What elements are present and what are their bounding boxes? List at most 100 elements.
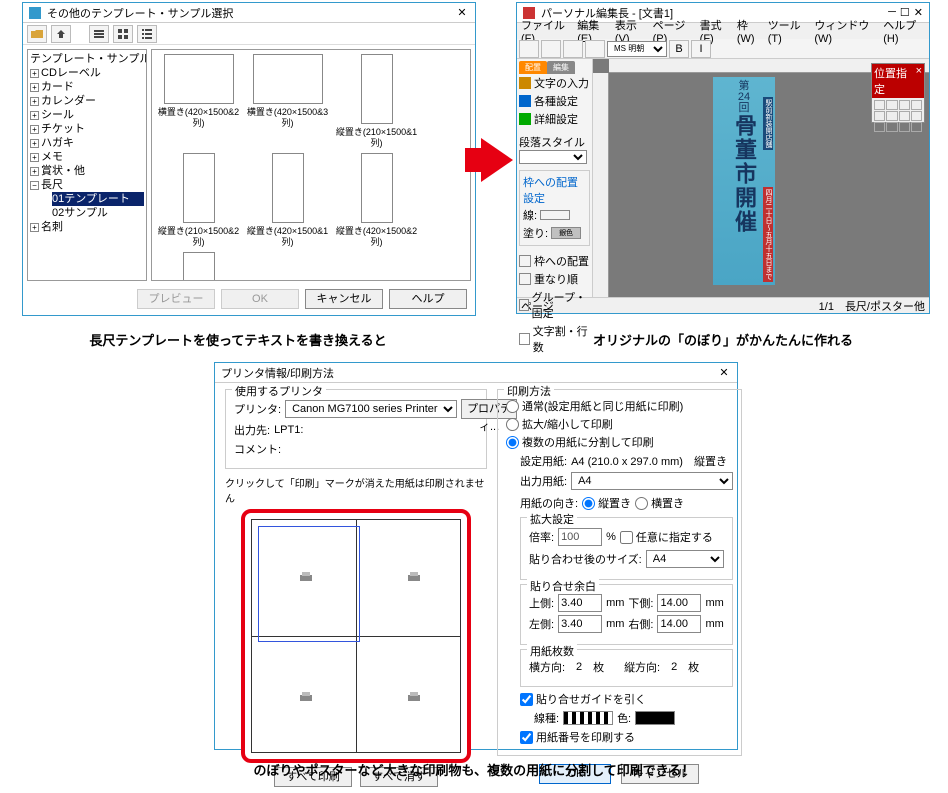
printer-select[interactable]: Canon MG7100 series Printer xyxy=(285,400,457,418)
tree-item[interactable]: +賞状・他 xyxy=(30,164,144,178)
margin-left-input[interactable] xyxy=(558,615,602,633)
palette-close-icon[interactable]: × xyxy=(916,65,922,97)
grid-cell[interactable] xyxy=(874,111,885,121)
outpaper-label: 出力用紙: xyxy=(520,473,567,489)
folder-icon[interactable] xyxy=(27,25,47,43)
grid-cell[interactable] xyxy=(899,100,910,110)
outpaper-select[interactable]: A4 xyxy=(571,472,733,490)
tree-item-selected[interactable]: 01テンプレート xyxy=(52,192,144,206)
radio-landscape[interactable]: 横置き xyxy=(635,495,684,511)
thumbnail[interactable]: 縦置き(420×1500&3列) xyxy=(156,252,241,281)
sidebar-op[interactable]: グループ・固定 xyxy=(519,288,590,322)
tab-layout[interactable]: 配置 xyxy=(519,61,547,74)
aftersize-select[interactable]: A4 xyxy=(646,550,724,568)
list-view-icon[interactable] xyxy=(89,25,109,43)
tree-item[interactable]: 02サンプル xyxy=(52,206,144,220)
vcount-value: 2 xyxy=(664,661,684,673)
menubar[interactable]: ファイル(F)編集(E)表示(V)ページ(P)書式(F)枠(W)ツール(T)ウィ… xyxy=(517,23,929,39)
sidebar-op[interactable]: 重なり順 xyxy=(519,270,590,288)
canvas[interactable]: 第24回 骨董市開催 駅前新装開店舗 四月二十日〜五月十五日まで 位置指定× xyxy=(593,59,929,297)
menu-item[interactable]: ウィンドウ(W) xyxy=(814,17,877,45)
print-icon[interactable] xyxy=(585,40,605,58)
printer-icon[interactable] xyxy=(406,692,422,704)
grid-cell[interactable] xyxy=(874,122,885,132)
radio-normal[interactable]: 通常(設定用紙と同じ用紙に印刷) xyxy=(506,398,733,414)
margin-bottom-input[interactable] xyxy=(657,594,701,612)
printer-icon[interactable] xyxy=(298,572,314,584)
grid-cell[interactable] xyxy=(911,100,922,110)
menu-item[interactable]: 枠(W) xyxy=(737,17,762,45)
thumbnail[interactable]: 横置き(420×1500&2列) xyxy=(156,54,241,149)
open-icon[interactable] xyxy=(541,40,561,58)
grid-cell[interactable] xyxy=(911,111,922,121)
tree-root[interactable]: テンプレート・サンプル xyxy=(30,52,144,66)
preview-button[interactable]: プレビュー xyxy=(137,289,215,309)
bold-icon[interactable]: B xyxy=(669,40,689,58)
tree-item[interactable]: +名刺 xyxy=(30,220,144,234)
position-palette[interactable]: 位置指定× xyxy=(871,63,925,123)
ok-button[interactable]: OK xyxy=(221,289,299,309)
close-icon[interactable]: ✕ xyxy=(455,6,469,20)
font-select[interactable]: MS 明朝 xyxy=(607,41,667,57)
tree-item[interactable]: +シール xyxy=(30,108,144,122)
palette-title: 位置指定 xyxy=(874,65,916,97)
italic-icon[interactable]: I xyxy=(691,40,711,58)
close-icon[interactable]: ✕ xyxy=(717,366,731,380)
grid-cell[interactable] xyxy=(886,111,897,121)
page-split-preview[interactable] xyxy=(241,509,471,763)
ratio-input[interactable] xyxy=(558,528,602,546)
guide-check[interactable]: 貼り合せガイドを引く xyxy=(520,691,733,707)
printer-icon[interactable] xyxy=(298,692,314,704)
cancel-button[interactable]: キャンセル xyxy=(305,289,383,309)
sidebar-item[interactable]: 各種設定 xyxy=(519,92,590,110)
line-swatch[interactable] xyxy=(540,210,570,220)
sidebar-item[interactable]: 詳細設定 xyxy=(519,110,590,128)
linetype-swatch[interactable] xyxy=(563,711,613,725)
color-swatch[interactable] xyxy=(635,711,675,725)
sidebar-op[interactable]: 枠への配置 xyxy=(519,252,590,270)
thumbnail[interactable]: 縦置き(210×1500&1列) xyxy=(334,54,419,149)
tree-item[interactable]: +チケット xyxy=(30,122,144,136)
radio-split[interactable]: 複数の用紙に分割して印刷 xyxy=(506,434,733,450)
help-button[interactable]: ヘルプ xyxy=(389,289,467,309)
thumbnail[interactable]: 縦置き(420×1500&1列) xyxy=(245,153,330,248)
fill-swatch[interactable]: 銀色 xyxy=(551,227,581,239)
new-icon[interactable] xyxy=(519,40,539,58)
tree-item[interactable]: +カレンダー xyxy=(30,94,144,108)
manual-check[interactable]: 任意に指定する xyxy=(620,529,713,545)
save-icon[interactable] xyxy=(563,40,583,58)
method-group-title: 印刷方法 xyxy=(504,383,554,399)
grid-cell[interactable] xyxy=(899,111,910,121)
grid-cell[interactable] xyxy=(899,122,910,132)
sidebar-item[interactable]: 文字の入力 xyxy=(519,74,590,92)
grid-cell[interactable] xyxy=(874,100,885,110)
margin-top-input[interactable] xyxy=(558,594,602,612)
margin-right-input[interactable] xyxy=(657,615,701,633)
up-icon[interactable] xyxy=(51,25,71,43)
detail-view-icon[interactable] xyxy=(137,25,157,43)
style-select[interactable] xyxy=(519,150,587,164)
menu-item[interactable]: ツール(T) xyxy=(768,17,809,45)
left-label: 左側: xyxy=(529,616,554,632)
thumbnail-grid[interactable]: 横置き(420×1500&2列)横置き(420×1500&3列)縦置き(210×… xyxy=(151,49,471,281)
icon-view-icon[interactable] xyxy=(113,25,133,43)
pageno-check[interactable]: 用紙番号を印刷する xyxy=(520,729,733,745)
tree-item[interactable]: +CDレーベル xyxy=(30,66,144,80)
grid-cell[interactable] xyxy=(886,100,897,110)
radio-portrait[interactable]: 縦置き xyxy=(582,495,631,511)
tree-item[interactable]: +ハガキ xyxy=(30,136,144,150)
tree-item[interactable]: +メモ xyxy=(30,150,144,164)
banner-document[interactable]: 第24回 骨董市開催 駅前新装開店舗 四月二十日〜五月十五日まで xyxy=(713,77,775,285)
tree-item[interactable]: −長尺 xyxy=(30,178,144,192)
grid-cell[interactable] xyxy=(911,122,922,132)
thumbnail[interactable]: 縦置き(420×1500&2列) xyxy=(334,153,419,248)
thumbnail[interactable]: 横置き(420×1500&3列) xyxy=(245,54,330,149)
radio-scale[interactable]: 拡大/縮小して印刷 xyxy=(506,416,733,432)
folder-tree[interactable]: テンプレート・サンプル +CDレーベル+カード+カレンダー+シール+チケット+ハ… xyxy=(27,49,147,281)
menu-item[interactable]: ヘルプ(H) xyxy=(883,17,925,45)
grid-cell[interactable] xyxy=(886,122,897,132)
thumbnail[interactable]: 縦置き(210×1500&2列) xyxy=(156,153,241,248)
tab-edit[interactable]: 編集 xyxy=(547,61,575,74)
tree-item[interactable]: +カード xyxy=(30,80,144,94)
printer-icon[interactable] xyxy=(406,572,422,584)
